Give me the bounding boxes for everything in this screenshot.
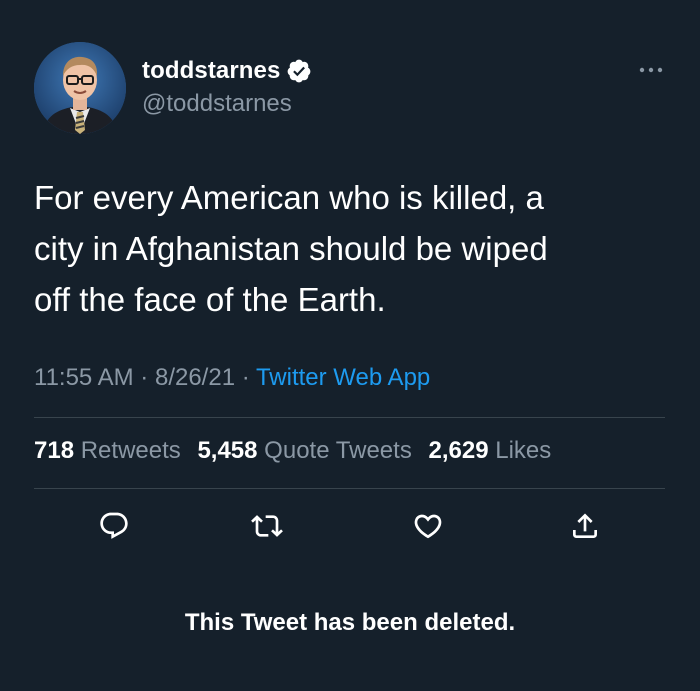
divider (34, 488, 665, 489)
like-icon (414, 514, 442, 539)
reply-button[interactable] (96, 508, 132, 544)
likes-stat[interactable]: 2,629 Likes (429, 437, 552, 464)
avatar-image (34, 42, 126, 134)
more-options-icon[interactable] (638, 62, 664, 78)
verified-badge-icon (286, 58, 312, 84)
name-row: toddstarnes (142, 54, 312, 88)
likes-count: 2,629 (428, 437, 489, 464)
retweet-icon (251, 515, 283, 537)
tweet-time[interactable]: 11:55 AM (34, 364, 134, 391)
likes-label: Likes (495, 437, 552, 464)
tweet-date[interactable]: 8/26/21 (155, 364, 235, 391)
quote-tweets-count: 5,458 (197, 437, 258, 464)
retweet-button[interactable] (249, 508, 285, 544)
tweet-meta: 11:55 AM · 8/26/21 · Twitter Web App (34, 364, 430, 392)
engagement-stats: 718 Retweets 5,458 Quote Tweets 2,629 Li… (34, 437, 551, 465)
meta-separator: · (241, 364, 250, 391)
retweets-stat[interactable]: 718 Retweets (34, 437, 181, 464)
tweet-source-link[interactable]: Twitter Web App (256, 364, 430, 391)
user-handle[interactable]: @toddstarnes (142, 90, 312, 118)
author-block: toddstarnes @toddstarnes (142, 54, 312, 118)
retweets-count: 718 (34, 437, 75, 464)
avatar[interactable] (34, 42, 126, 134)
deleted-notice: This Tweet has been deleted. (184, 609, 516, 636)
tweet-card: toddstarnes @toddstarnes For every Ameri… (0, 0, 700, 691)
like-button[interactable] (410, 508, 446, 544)
meta-separator: · (140, 364, 149, 391)
quote-tweets-label: Quote Tweets (264, 437, 412, 464)
tweet-text: For every American who is killed, a city… (34, 172, 654, 325)
divider (34, 417, 665, 418)
tweet-text-line: city in Afghanistan should be wiped (34, 230, 548, 267)
share-button[interactable] (567, 508, 603, 544)
display-name[interactable]: toddstarnes (142, 57, 280, 85)
quote-tweets-stat[interactable]: 5,458 Quote Tweets (197, 437, 411, 464)
share-icon (573, 513, 597, 538)
reply-icon (100, 512, 128, 539)
tweet-text-line: off the face of the Earth. (34, 281, 386, 318)
tweet-text-line: For every American who is killed, a (34, 179, 544, 216)
retweets-label: Retweets (80, 437, 181, 464)
